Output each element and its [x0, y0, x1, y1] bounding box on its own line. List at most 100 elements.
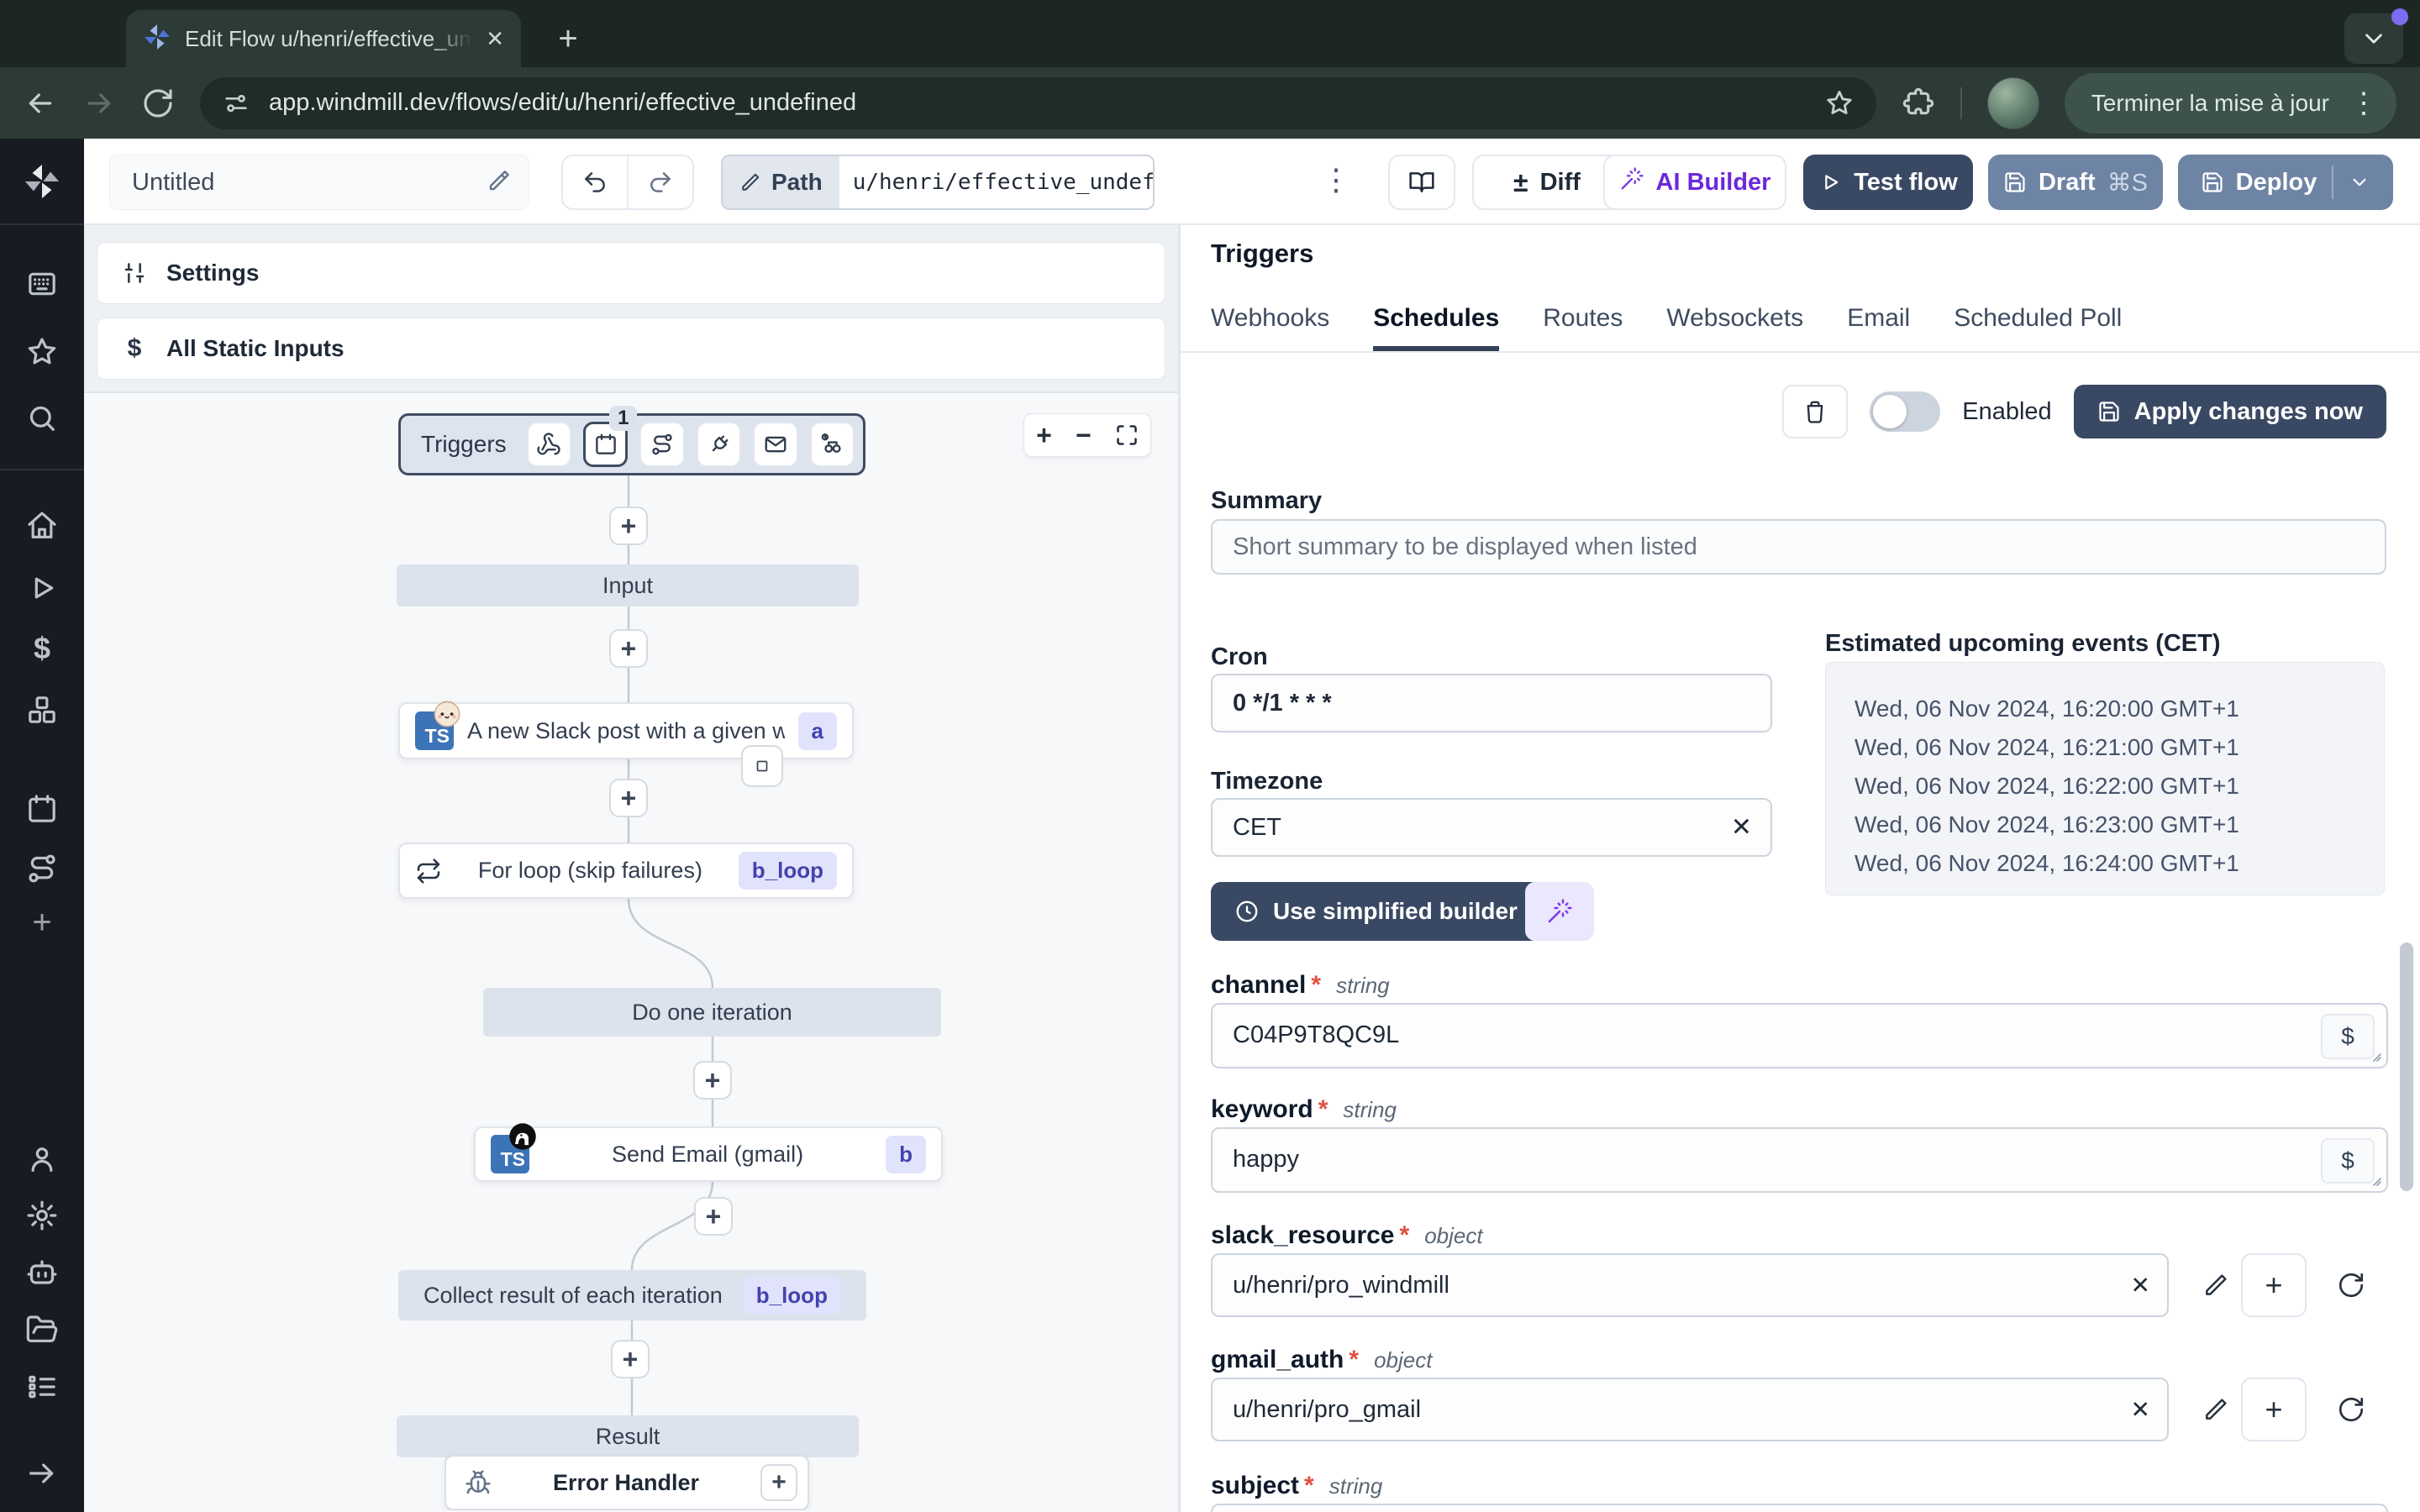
- sidebar-expand-icon[interactable]: [23, 1454, 61, 1493]
- sidebar-item-settings[interactable]: [23, 1196, 61, 1235]
- url-bar[interactable]: app.windmill.dev/flows/edit/u/henri/effe…: [200, 76, 1876, 129]
- delete-schedule-button[interactable]: [1782, 385, 1849, 438]
- result-node[interactable]: Result: [397, 1415, 859, 1457]
- undo-button[interactable]: [563, 156, 629, 208]
- insert-step-button[interactable]: +: [611, 1340, 650, 1378]
- sidebar-item-schedules[interactable]: [23, 790, 61, 828]
- settings-row[interactable]: Settings: [97, 242, 1165, 304]
- zoom-out-icon[interactable]: −: [1076, 420, 1092, 451]
- summary-input[interactable]: [1233, 533, 2365, 561]
- cron-input[interactable]: [1233, 689, 1750, 717]
- tab-webhooks[interactable]: Webhooks: [1211, 304, 1329, 351]
- tab-websockets[interactable]: Websockets: [1666, 304, 1803, 351]
- zoom-in-icon[interactable]: +: [1036, 420, 1052, 451]
- draft-button[interactable]: Draft ⌘S: [1988, 155, 2163, 210]
- forward-icon[interactable]: [82, 87, 116, 120]
- sidebar-item-workers[interactable]: [23, 1255, 61, 1294]
- sidebar-item-search[interactable]: [23, 399, 61, 438]
- edit-resource-button[interactable]: [2193, 1253, 2238, 1317]
- redo-button[interactable]: [629, 156, 692, 208]
- sidebar-item-logs[interactable]: [23, 1368, 61, 1406]
- site-settings-icon[interactable]: [222, 89, 250, 118]
- tab-close-icon[interactable]: ✕: [486, 26, 504, 52]
- add-error-handler-button[interactable]: +: [760, 1464, 797, 1501]
- collect-result-node[interactable]: Collect result of each iteration b_loop: [398, 1270, 866, 1320]
- email-trigger-icon[interactable]: [753, 422, 798, 467]
- timezone-input[interactable]: [1233, 813, 1750, 842]
- enabled-toggle[interactable]: [1870, 391, 1941, 432]
- route-trigger-icon[interactable]: [639, 422, 685, 467]
- sidebar-item-add[interactable]: +: [23, 903, 61, 942]
- insert-step-button[interactable]: +: [693, 1061, 732, 1100]
- add-resource-button[interactable]: +: [2241, 1378, 2307, 1441]
- clear-resource-icon[interactable]: ✕: [2131, 1272, 2150, 1299]
- apply-changes-button[interactable]: Apply changes now: [2073, 385, 2386, 438]
- browser-menu-icon[interactable]: ⋮: [2349, 89, 2378, 118]
- schedule-trigger-icon[interactable]: 1: [583, 406, 638, 467]
- error-handler-node[interactable]: Error Handler +: [445, 1455, 809, 1510]
- refresh-resource-button[interactable]: [2328, 1378, 2374, 1441]
- path-value[interactable]: u/henri/effective_undef: [839, 156, 1153, 208]
- insert-step-button[interactable]: +: [609, 779, 648, 817]
- slack-resource-input[interactable]: [1233, 1271, 2147, 1299]
- channel-input[interactable]: C04P9T8QC9L: [1233, 1021, 2366, 1049]
- sidebar-item-apps[interactable]: [23, 265, 61, 303]
- keyword-input[interactable]: happy: [1233, 1146, 2366, 1173]
- ai-cron-wand-button[interactable]: [1525, 882, 1594, 941]
- step-node-b[interactable]: TS Send Email (gmail) b: [474, 1123, 943, 1182]
- test-flow-button[interactable]: Test flow: [1803, 155, 1973, 210]
- profile-avatar[interactable]: [1986, 76, 2039, 129]
- path-field[interactable]: Path u/henri/effective_undef: [721, 155, 1155, 210]
- sidebar-item-variables[interactable]: $: [23, 629, 61, 668]
- gmail-auth-input[interactable]: [1233, 1395, 2147, 1424]
- do-one-iteration-node[interactable]: Do one iteration: [483, 988, 941, 1037]
- resize-handle-icon[interactable]: [2369, 1049, 2382, 1063]
- edit-resource-button[interactable]: [2193, 1378, 2238, 1441]
- extensions-puzzle-icon[interactable]: [1902, 87, 1935, 120]
- sidebar-item-routes[interactable]: [23, 849, 61, 888]
- scheduled-poll-trigger-icon[interactable]: [809, 422, 855, 467]
- browser-tab[interactable]: Edit Flow u/henri/effective_un ✕: [126, 10, 521, 67]
- deploy-dropdown-chevron-icon[interactable]: [2349, 171, 2370, 193]
- flow-canvas[interactable]: Triggers 1 + − + + + + + + Input TS A ne…: [84, 393, 1178, 1510]
- websocket-trigger-icon[interactable]: [696, 422, 742, 467]
- sidebar-item-home[interactable]: [23, 507, 61, 545]
- add-resource-button[interactable]: +: [2241, 1253, 2307, 1317]
- tab-schedules[interactable]: Schedules: [1373, 304, 1499, 351]
- edit-name-pencil-icon[interactable]: [487, 168, 512, 197]
- reload-icon[interactable]: [141, 87, 175, 120]
- tab-list-chevron-button[interactable]: [2344, 8, 2408, 64]
- tab-routes[interactable]: Routes: [1543, 304, 1623, 351]
- clear-resource-icon[interactable]: ✕: [2131, 1396, 2150, 1424]
- stop-after-step-button[interactable]: [741, 745, 783, 787]
- insert-step-button[interactable]: +: [609, 507, 648, 545]
- refresh-resource-button[interactable]: [2328, 1253, 2374, 1317]
- ai-builder-button[interactable]: AI Builder: [1603, 155, 1786, 210]
- forloop-node[interactable]: For loop (skip failures) b_loop: [398, 843, 854, 899]
- webhook-trigger-icon[interactable]: [526, 422, 572, 467]
- sidebar-item-folders[interactable]: [23, 1310, 61, 1349]
- insert-variable-button[interactable]: $: [2321, 1138, 2375, 1184]
- browser-update-button[interactable]: Terminer la mise à jour ⋮: [2064, 72, 2396, 134]
- back-icon[interactable]: [24, 87, 57, 120]
- insert-variable-button[interactable]: $: [2321, 1014, 2375, 1059]
- diff-button[interactable]: ± Diff: [1472, 155, 1622, 210]
- new-tab-button[interactable]: +: [544, 15, 592, 62]
- flow-name-field[interactable]: Untitled: [109, 155, 529, 210]
- fit-view-icon[interactable]: [1115, 423, 1139, 447]
- sidebar-item-resources[interactable]: [23, 690, 61, 729]
- bookmark-star-icon[interactable]: [1824, 88, 1854, 118]
- page-scrollbar-thumb[interactable]: [2400, 942, 2413, 1191]
- insert-step-button[interactable]: +: [694, 1197, 733, 1236]
- docs-book-button[interactable]: [1388, 155, 1455, 210]
- simplified-builder-button[interactable]: Use simplified builder: [1211, 882, 1541, 941]
- clear-timezone-icon[interactable]: ✕: [1731, 813, 1752, 843]
- tab-email[interactable]: Email: [1847, 304, 1910, 351]
- resize-handle-icon[interactable]: [2369, 1173, 2382, 1187]
- sidebar-item-runs[interactable]: [23, 569, 61, 607]
- tab-scheduled-poll[interactable]: Scheduled Poll: [1954, 304, 2122, 351]
- sidebar-item-favorites[interactable]: [23, 333, 61, 371]
- static-inputs-row[interactable]: $ All Static Inputs: [97, 318, 1165, 380]
- input-node[interactable]: Input: [397, 564, 859, 606]
- deploy-button[interactable]: Deploy: [2178, 155, 2393, 210]
